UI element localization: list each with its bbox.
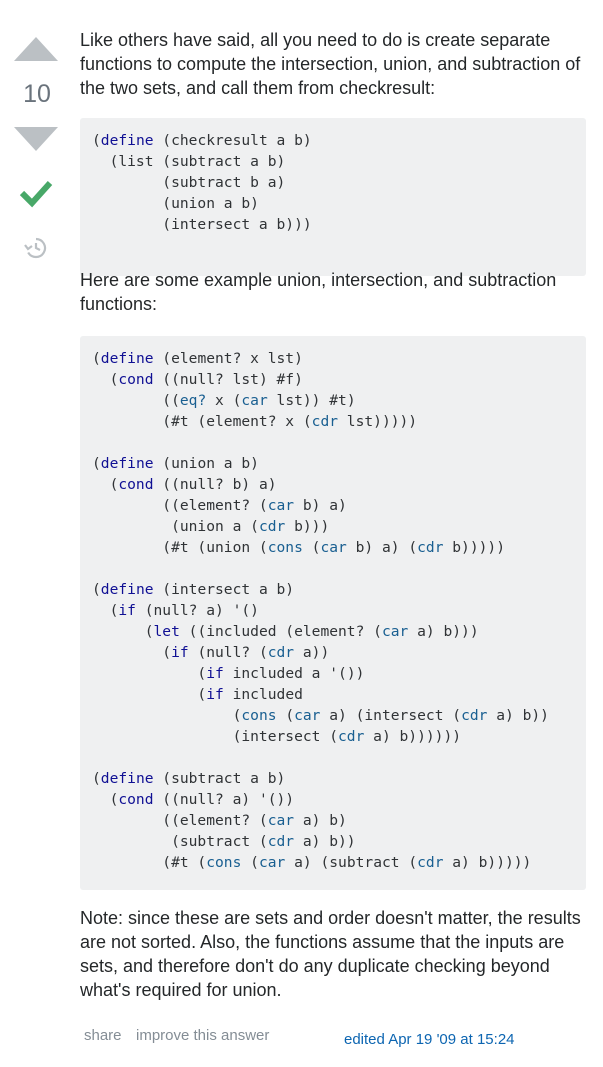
checkmark-icon — [19, 180, 53, 208]
vote-count: 10 — [23, 80, 51, 108]
arrow-down-icon[interactable] — [14, 127, 58, 151]
post-menu: share improve this answer edited Apr 19 … — [84, 1027, 584, 1051]
history-icon[interactable] — [24, 236, 48, 260]
answer-middle: Here are some example union, intersectio… — [80, 270, 557, 314]
share-link[interactable]: share — [84, 1027, 122, 1044]
code-block-checkresult: (define (checkresult a b) (list (subtrac… — [80, 118, 586, 276]
arrow-up-icon[interactable] — [14, 37, 58, 61]
answer-intro: Like others have said, all you need to d… — [80, 30, 581, 98]
answer-note: Note: since these are sets and order doe… — [80, 908, 581, 1000]
edited-timestamp-link[interactable]: edited Apr 19 '09 at 15:24 — [344, 1031, 515, 1048]
code-block-functions: (define (element? x lst) (cond ((null? l… — [80, 336, 586, 890]
improve-answer-link[interactable]: improve this answer — [136, 1027, 269, 1044]
